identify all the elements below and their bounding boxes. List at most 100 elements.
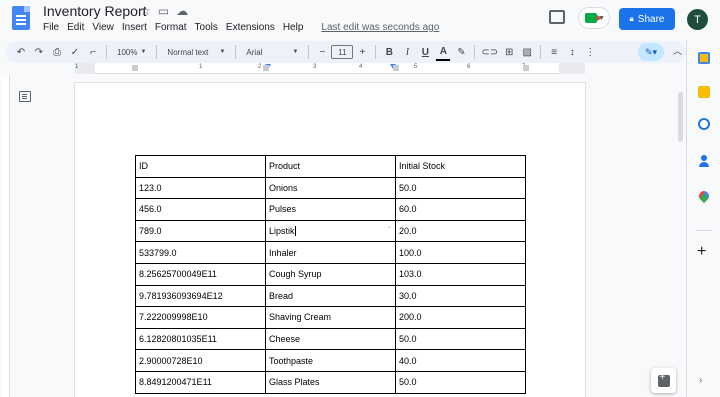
table-cell[interactable]: 6.12820801035E11: [135, 327, 266, 351]
avatar[interactable]: T: [687, 9, 708, 30]
menu-edit[interactable]: Edit: [67, 22, 84, 33]
scrollbar-thumb[interactable]: [678, 92, 683, 142]
table-header-row: ID Product Initial Stock: [135, 155, 526, 178]
formatting-toolbar: ↶ ↷ ⎙ ✓ ⌐ 100% ▼ Normal text ▼ Arial ▼ − 11…: [6, 41, 686, 63]
table-cell[interactable]: 8.8491200471E11: [135, 370, 266, 394]
star-icon[interactable]: ☆: [140, 4, 151, 18]
table-cell[interactable]: Inhaler: [265, 241, 396, 264]
table-cell[interactable]: 533799.0: [135, 241, 266, 264]
cell-menu-icon[interactable]: ⌄: [387, 223, 392, 230]
zoom-select[interactable]: 100% ▼: [113, 43, 150, 61]
table-cell[interactable]: Initial Stock: [395, 155, 526, 178]
table-cell[interactable]: 50.0: [395, 327, 526, 351]
text-color-button[interactable]: A: [436, 43, 451, 61]
chevron-right-icon[interactable]: ›: [699, 375, 702, 386]
cloud-status-icon[interactable]: ☁: [176, 4, 188, 18]
more-options-icon[interactable]: ⋮: [583, 43, 597, 61]
highlight-icon[interactable]: ✎: [454, 43, 468, 61]
calendar-icon[interactable]: [698, 52, 710, 64]
toolbar-divider: [156, 45, 158, 59]
last-edit-link[interactable]: Last edit was seconds ago: [321, 22, 439, 33]
decrease-font-size-icon[interactable]: −: [315, 43, 329, 61]
get-addons-icon[interactable]: +: [697, 244, 706, 260]
share-button[interactable]: 🔒︎ Share: [619, 8, 675, 30]
font-select[interactable]: Arial ▼: [242, 43, 302, 61]
document-page[interactable]: ID Product Initial Stock 123.0 Onions 50.0 456…: [75, 83, 585, 397]
table-cell[interactable]: Product: [265, 155, 396, 178]
chevron-up-icon[interactable]: ︿: [673, 44, 682, 57]
table-cell[interactable]: 50.0: [395, 370, 526, 394]
table-cell[interactable]: Toothpaste: [265, 349, 396, 372]
table-cell[interactable]: 7.222009998E10: [135, 306, 266, 329]
table-cell[interactable]: ID: [135, 155, 266, 178]
menu-view[interactable]: View: [92, 22, 114, 33]
underline-button[interactable]: U: [418, 43, 432, 61]
table-cell[interactable]: 8.25625700049E11: [135, 262, 266, 286]
menu-insert[interactable]: Insert: [122, 22, 147, 33]
tasks-icon[interactable]: [698, 118, 710, 130]
table-column-marker[interactable]: [263, 65, 269, 71]
table-row: 533799.0 Inhaler 100.0: [135, 241, 526, 264]
table-cell[interactable]: Pulses: [265, 198, 396, 221]
comment-history-icon[interactable]: [549, 10, 565, 24]
table-cell[interactable]: Onions: [265, 176, 396, 200]
document-title[interactable]: Inventory Report: [43, 3, 147, 19]
table-cell[interactable]: 103.0: [395, 262, 526, 286]
table-cell[interactable]: 50.0: [395, 176, 526, 200]
meet-button[interactable]: ▼: [578, 7, 610, 29]
table-cell[interactable]: Lipstik: [265, 219, 396, 243]
docs-logo-icon[interactable]: [12, 6, 30, 30]
toolbar-divider: [106, 45, 107, 59]
table-cell[interactable]: 60.0: [395, 198, 526, 221]
table-row: 789.0 Lipstik 20.0: [135, 219, 526, 243]
table-cell[interactable]: Cheese: [265, 327, 396, 351]
table-cell[interactable]: 30.0: [395, 284, 526, 308]
undo-icon[interactable]: ↶: [14, 43, 28, 61]
table-column-marker[interactable]: [523, 65, 529, 71]
table-cell[interactable]: 200.0: [395, 306, 526, 329]
table-cell[interactable]: 2.90000728E10: [135, 349, 266, 372]
table-cell[interactable]: Glass Plates: [265, 370, 396, 394]
table-column-marker[interactable]: [393, 65, 399, 71]
menu-format[interactable]: Format: [155, 22, 187, 33]
bold-button[interactable]: B: [382, 43, 396, 61]
increase-font-size-icon[interactable]: +: [355, 43, 369, 61]
menu-help[interactable]: Help: [283, 22, 304, 33]
table-cell[interactable]: 20.0: [395, 219, 526, 243]
explore-button[interactable]: [651, 368, 676, 393]
line-spacing-icon[interactable]: ↕: [565, 43, 579, 61]
table-cell[interactable]: 40.0: [395, 349, 526, 372]
vertical-ruler[interactable]: [1, 75, 10, 397]
cell-text: 2.90000728E10: [139, 355, 203, 366]
table-column-marker[interactable]: [132, 65, 138, 71]
align-left-icon[interactable]: ≡: [547, 43, 561, 61]
contacts-icon[interactable]: [698, 155, 710, 167]
table-cell[interactable]: 456.0: [135, 198, 266, 221]
cell-text: 50.0: [399, 377, 417, 388]
menu-tools[interactable]: Tools: [195, 22, 218, 33]
style-select[interactable]: Normal text ▼: [163, 43, 229, 61]
table-cell[interactable]: Cough Syrup: [265, 262, 396, 286]
keep-icon[interactable]: [698, 86, 710, 98]
table-cell[interactable]: 9.781936093694E12: [135, 284, 266, 308]
table-cell[interactable]: 789.0: [135, 219, 266, 243]
document-outline-icon[interactable]: [19, 91, 31, 102]
print-icon[interactable]: ⎙: [50, 43, 64, 61]
redo-icon[interactable]: ↷: [32, 43, 46, 61]
paint-format-icon[interactable]: ⌐: [86, 43, 100, 61]
font-size-input[interactable]: 11: [331, 45, 354, 59]
insert-image-icon[interactable]: ▨: [520, 43, 534, 61]
table-cell[interactable]: 123.0: [135, 176, 266, 200]
table-cell[interactable]: Bread: [265, 284, 396, 308]
spellcheck-icon[interactable]: ✓: [68, 43, 82, 61]
editing-mode-button[interactable]: ✎▾: [638, 43, 664, 61]
table-cell[interactable]: 100.0: [395, 241, 526, 264]
insert-link-icon[interactable]: ⊂⊃: [481, 43, 498, 61]
move-folder-icon[interactable]: ▭: [158, 4, 169, 18]
italic-button[interactable]: I: [400, 43, 414, 61]
table-cell[interactable]: Shaving Cream: [265, 306, 396, 329]
insert-comment-icon[interactable]: ⊞: [502, 43, 516, 61]
horizontal-ruler[interactable]: 1 1 2 3 4 5 6 7: [75, 63, 585, 74]
menu-extensions[interactable]: Extensions: [226, 22, 275, 33]
menu-file[interactable]: File: [43, 22, 59, 33]
